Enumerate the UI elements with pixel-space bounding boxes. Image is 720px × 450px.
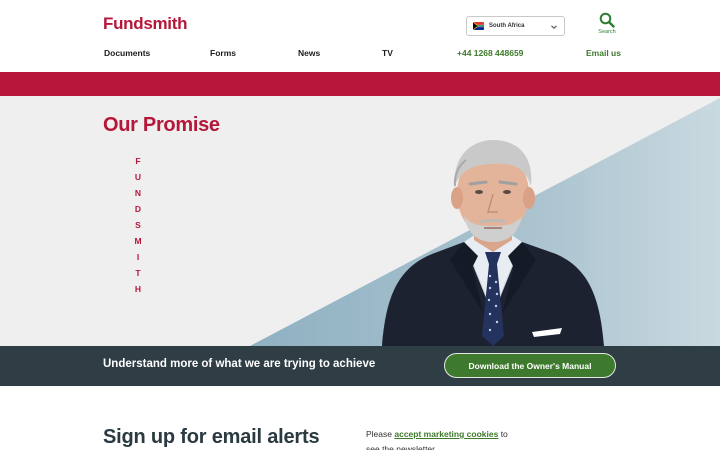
nav-forms[interactable]: Forms (210, 48, 236, 58)
banner-text: Understand more of what we are trying to… (103, 358, 376, 370)
acronym-letter[interactable]: S (133, 220, 143, 236)
email-alerts-heading: Sign up for email alerts (103, 426, 320, 448)
acronym-letter[interactable]: T (133, 268, 143, 284)
owners-manual-banner: Understand more of what we are trying to… (0, 346, 720, 386)
chevron-down-icon (551, 25, 557, 29)
fundsmith-acronym-list: F U N D S M I T H (133, 156, 143, 300)
site-header: Fundsmith South Africa Search Documents … (0, 0, 720, 72)
nav-documents[interactable]: Documents (104, 48, 150, 58)
hero-section: Our Promise F U N D S M I T H (0, 96, 720, 346)
nav-tv[interactable]: TV (382, 48, 393, 58)
founder-portrait-image (382, 140, 604, 346)
acronym-letter[interactable]: D (133, 204, 143, 220)
search-button[interactable]: Search (596, 12, 618, 38)
fundsmith-logo[interactable]: Fundsmith (103, 14, 187, 34)
hero-title: Our Promise (103, 114, 220, 136)
download-owners-manual-button[interactable]: Download the Owner's Manual (444, 353, 616, 378)
acronym-letter[interactable]: I (133, 252, 143, 268)
acronym-letter[interactable]: F (133, 156, 143, 172)
search-label: Search (598, 29, 616, 35)
nav-phone-link[interactable]: +44 1268 448659 (457, 48, 523, 58)
acronym-letter[interactable]: N (133, 188, 143, 204)
search-icon (599, 12, 615, 28)
cookie-notice: Please accept marketing cookies to see t… (366, 427, 516, 450)
cookie-notice-prefix: Please (366, 429, 392, 439)
region-selector[interactable]: South Africa (466, 16, 565, 36)
red-accent-band (0, 72, 720, 96)
south-africa-flag-icon (473, 22, 484, 30)
acronym-letter[interactable]: H (133, 284, 143, 300)
region-selected-label: South Africa (489, 23, 525, 29)
acronym-letter[interactable]: U (133, 172, 143, 188)
acronym-letter[interactable]: M (133, 236, 143, 252)
accept-marketing-cookies-link[interactable]: accept marketing cookies (394, 429, 498, 439)
nav-news[interactable]: News (298, 48, 320, 58)
nav-email-link[interactable]: Email us (586, 48, 621, 58)
